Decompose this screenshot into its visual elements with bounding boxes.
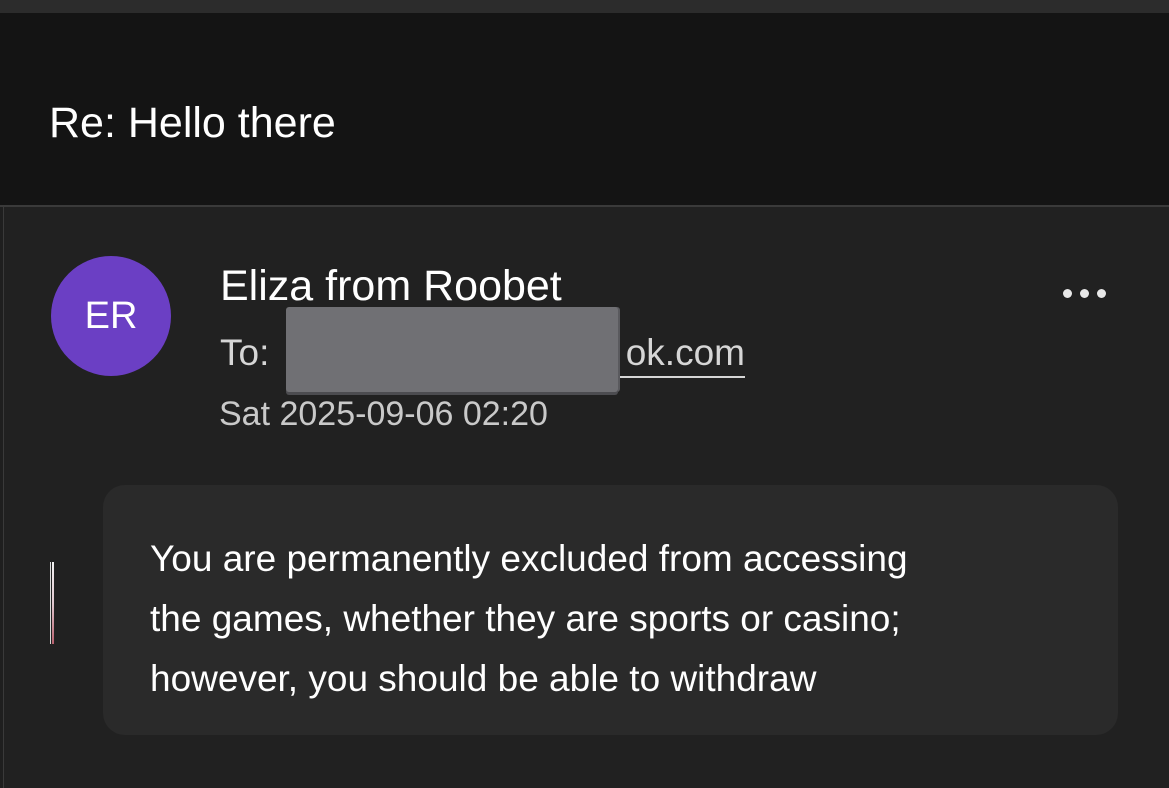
- dot: [1096, 288, 1106, 298]
- redaction-block: [286, 307, 618, 392]
- quote-bar: [50, 562, 51, 644]
- dot: [1079, 288, 1089, 298]
- more-horizontal-icon[interactable]: [1054, 276, 1114, 310]
- to-label: To:: [220, 332, 270, 373]
- message-body-card: You are permanently excluded from access…: [103, 485, 1118, 735]
- window-top-strip: [0, 0, 1169, 13]
- sent-date: Sat 2025-09-06 02:20: [219, 395, 548, 433]
- subject-header: Re: Hello there: [0, 13, 1169, 205]
- body-line: the games, whether they are sports or ca…: [150, 598, 901, 639]
- body-line: however, you should be able to withdraw: [150, 658, 817, 699]
- sender-name[interactable]: Eliza from Roobet: [220, 260, 562, 312]
- quote-marker: [50, 562, 54, 644]
- email-subject: Re: Hello there: [49, 99, 336, 147]
- body-line: You are permanently excluded from access…: [150, 538, 908, 579]
- sender-avatar[interactable]: ER: [51, 256, 171, 376]
- recipient-row: To: ok.com: [220, 330, 745, 378]
- message-body: You are permanently excluded from access…: [150, 529, 1050, 709]
- quote-bar: [52, 562, 54, 644]
- avatar-initials: ER: [84, 294, 138, 337]
- dot: [1062, 288, 1072, 298]
